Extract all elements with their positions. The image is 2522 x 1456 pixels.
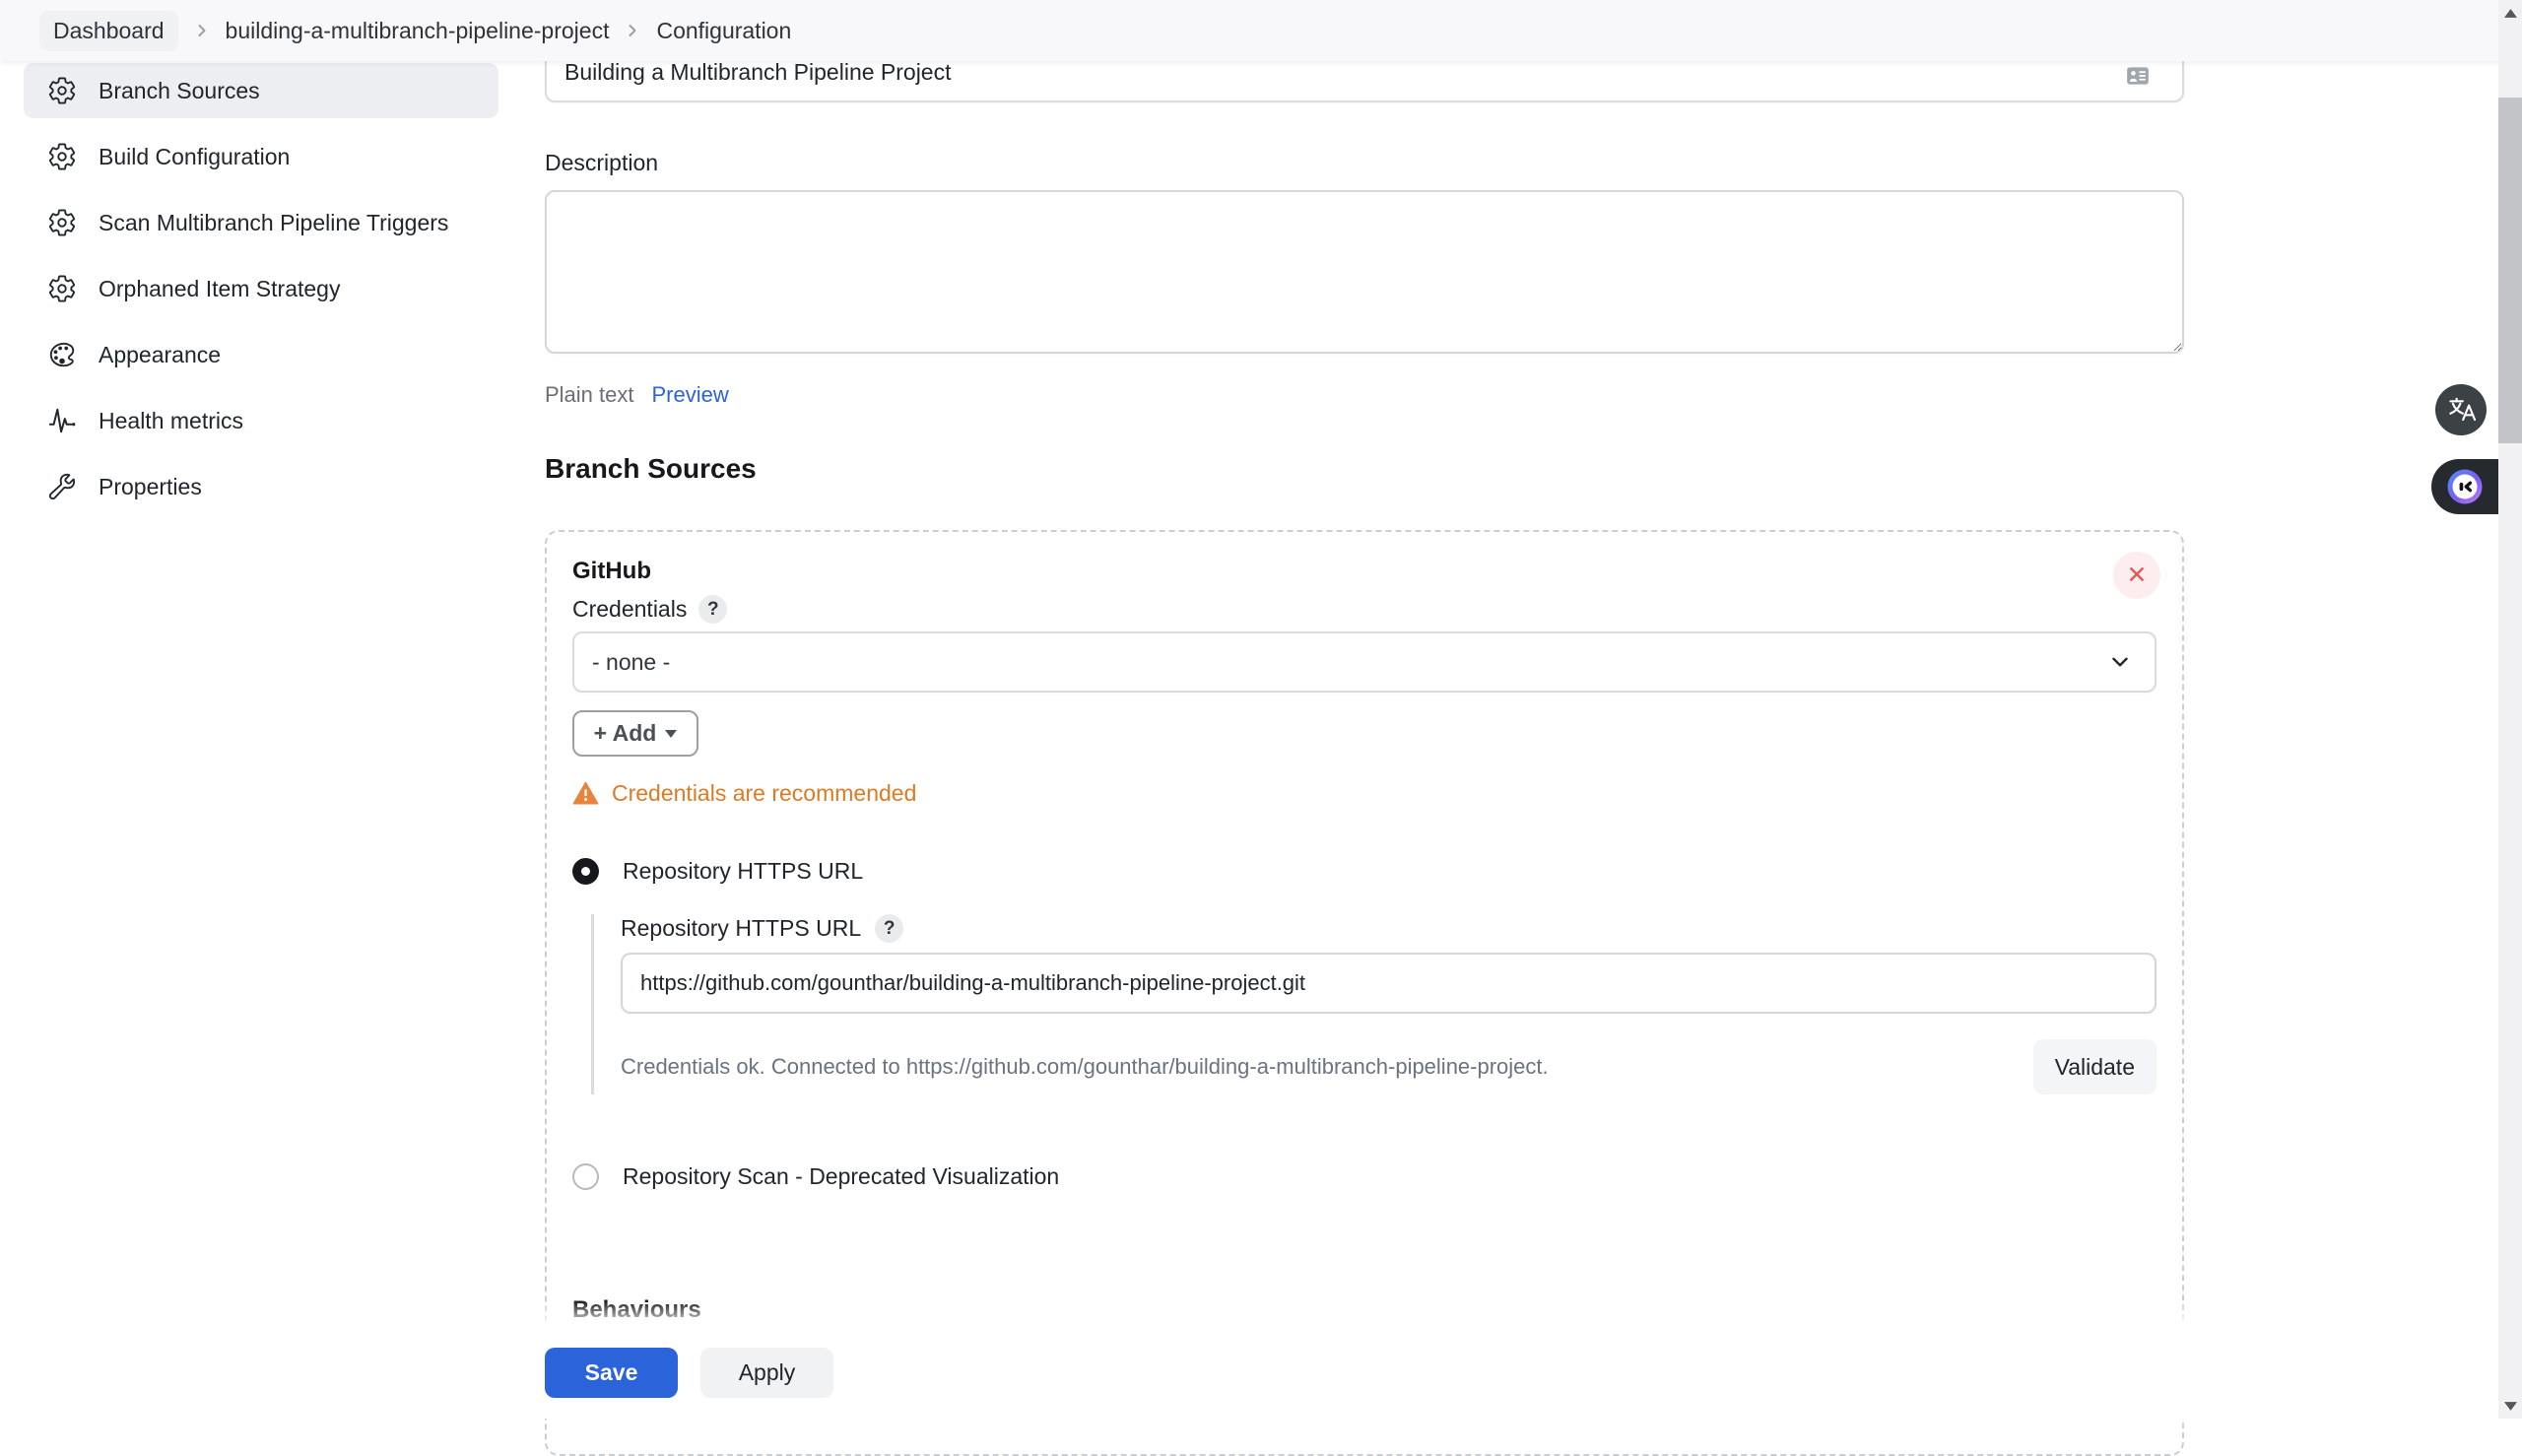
breadcrumb-configuration[interactable]: Configuration <box>656 18 791 44</box>
ai-assistant-button[interactable] <box>2431 459 2499 514</box>
sidebar-item-label: Orphaned Item Strategy <box>99 276 340 302</box>
caret-down-icon <box>665 730 677 738</box>
credentials-label: Credentials <box>572 596 687 623</box>
id-card-icon <box>2123 63 2153 89</box>
sidebar-item-label: Branch Sources <box>99 78 260 104</box>
credentials-selected-value: - none - <box>592 649 670 676</box>
gear-icon <box>47 208 77 237</box>
palette-icon <box>47 340 77 369</box>
repository-scan-radio-label: Repository Scan - Deprecated Visualizati… <box>623 1163 1059 1190</box>
sidebar-item-properties[interactable]: Properties <box>24 459 498 514</box>
preview-link[interactable]: Preview <box>652 382 729 408</box>
close-icon: ✕ <box>2127 562 2148 589</box>
add-button-label: + Add <box>594 720 657 747</box>
branch-sources-heading: Branch Sources <box>545 453 2184 485</box>
gear-icon <box>47 142 77 171</box>
validation-status-text: Credentials ok. Connected to https://git… <box>621 1054 1549 1080</box>
chevron-right-icon <box>623 21 642 40</box>
translate-icon <box>2446 395 2476 425</box>
vertical-scrollbar <box>2498 0 2522 1419</box>
repository-https-url-label: Repository HTTPS URL <box>621 915 861 942</box>
sidebar-item-orphaned-item-strategy[interactable]: Orphaned Item Strategy <box>24 261 498 316</box>
robot-face-icon <box>2445 467 2485 506</box>
wrench-icon <box>47 472 77 501</box>
action-bar: Save Apply <box>0 1328 2498 1419</box>
plain-text-label: Plain text <box>545 382 634 408</box>
gear-icon <box>47 76 77 105</box>
config-sidebar: Branch Sources Build Configuration Scan … <box>24 63 498 514</box>
breadcrumb-dashboard[interactable]: Dashboard <box>39 11 178 51</box>
sidebar-item-label: Build Configuration <box>99 144 290 170</box>
sidebar-item-branch-sources[interactable]: Branch Sources <box>24 63 498 118</box>
sidebar-item-label: Appearance <box>99 342 221 368</box>
description-textarea[interactable] <box>545 190 2184 354</box>
warning-icon <box>572 780 599 807</box>
sidebar-item-label: Health metrics <box>99 408 243 434</box>
help-icon[interactable]: ? <box>875 914 903 943</box>
repository-https-url-input[interactable] <box>621 953 2157 1014</box>
gear-icon <box>47 274 77 303</box>
triangle-up-icon <box>2504 9 2517 18</box>
help-icon[interactable]: ? <box>698 595 727 624</box>
credentials-select[interactable]: - none - <box>572 631 2157 693</box>
breadcrumb-bar: Dashboard building-a-multibranch-pipelin… <box>0 0 2522 61</box>
breadcrumb-project[interactable]: building-a-multibranch-pipeline-project <box>226 18 610 44</box>
triangle-down-icon <box>2504 1402 2517 1411</box>
chevron-down-icon <box>2107 649 2133 675</box>
repository-https-url-radio[interactable] <box>572 858 599 885</box>
config-form: Description Plain text Preview Branch So… <box>545 150 2184 1456</box>
sidebar-item-health-metrics[interactable]: Health metrics <box>24 393 498 448</box>
repository-scan-radio[interactable] <box>572 1163 599 1190</box>
sidebar-item-build-configuration[interactable]: Build Configuration <box>24 129 498 184</box>
sidebar-item-label: Properties <box>99 474 202 500</box>
chevron-right-icon <box>192 21 212 40</box>
https-url-section: Repository HTTPS URL ? Credentials ok. C… <box>591 914 2157 1094</box>
validate-button[interactable]: Validate <box>2033 1039 2157 1094</box>
source-type-title: GitHub <box>572 558 2157 585</box>
credentials-warning-text: Credentials are recommended <box>612 780 916 807</box>
add-credentials-button[interactable]: + Add <box>572 710 698 757</box>
repository-https-url-radio-label: Repository HTTPS URL <box>623 858 863 885</box>
sidebar-item-label: Scan Multibranch Pipeline Triggers <box>99 210 448 236</box>
sidebar-item-appearance[interactable]: Appearance <box>24 327 498 382</box>
translate-button[interactable] <box>2435 384 2487 435</box>
scroll-down-button[interactable] <box>2498 1393 2522 1419</box>
remove-source-button[interactable]: ✕ <box>2113 552 2160 599</box>
description-label: Description <box>545 150 2184 176</box>
scroll-up-button[interactable] <box>2498 0 2522 26</box>
pulse-icon <box>47 406 77 435</box>
scrollbar-thumb[interactable] <box>2498 98 2522 443</box>
save-button[interactable]: Save <box>545 1348 678 1398</box>
breadcrumb: Dashboard building-a-multibranch-pipelin… <box>39 11 791 51</box>
apply-button[interactable]: Apply <box>700 1348 833 1398</box>
sidebar-item-scan-triggers[interactable]: Scan Multibranch Pipeline Triggers <box>24 195 498 250</box>
